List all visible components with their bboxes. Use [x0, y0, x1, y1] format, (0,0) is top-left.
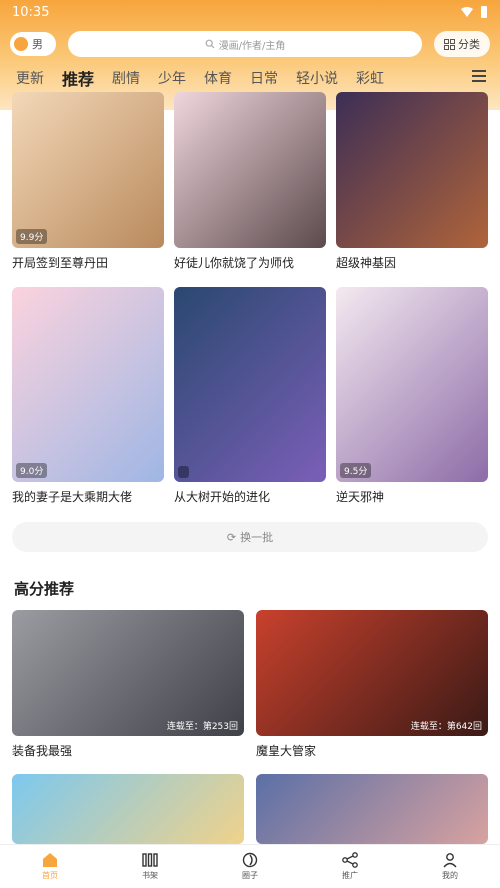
- gender-toggle[interactable]: 男: [10, 32, 56, 56]
- tabbar-label: 圈子: [242, 871, 258, 880]
- comic-card[interactable]: [12, 774, 244, 844]
- toggle-knob: [14, 37, 28, 51]
- comic-title[interactable]: 装备我最强: [12, 742, 244, 759]
- comic-cover[interactable]: 连载至：第642回: [256, 610, 488, 736]
- tab-recommend[interactable]: 推荐: [62, 66, 94, 90]
- tabbar-label: 首页: [42, 871, 58, 880]
- category-button[interactable]: 分类: [434, 31, 490, 57]
- tab-sports[interactable]: 体育: [204, 68, 232, 88]
- comic-grid-row-2: 9.0分 我的妻子是大乘期大佬 从大树开始的进化 9.5分 逆天邪神: [12, 287, 488, 505]
- comic-grid-row-1: 9.9分 开局签到至尊丹田 好徒儿你就饶了为师伐 超级神基因: [12, 92, 488, 271]
- refresh-icon: ⟳: [226, 530, 237, 544]
- refresh-button[interactable]: ⟳ 换一批: [12, 522, 488, 552]
- refresh-label: 换一批: [240, 531, 274, 544]
- comic-cover[interactable]: [256, 774, 488, 844]
- comic-cover[interactable]: 9.9分: [12, 92, 164, 248]
- comic-cover[interactable]: 9.0分: [12, 287, 164, 482]
- bookshelf-icon: [142, 853, 158, 867]
- tab-update[interactable]: 更新: [16, 68, 44, 88]
- comic-title[interactable]: 开局签到至尊丹田: [12, 254, 164, 271]
- wifi-icon: [461, 7, 473, 17]
- comic-card[interactable]: [256, 774, 488, 844]
- score-badge: [178, 466, 189, 478]
- tabbar-bookshelf[interactable]: 书架: [141, 852, 159, 881]
- menu-icon[interactable]: [472, 70, 486, 85]
- category-label: 分类: [458, 38, 480, 51]
- grid-icon: [444, 38, 455, 50]
- score-badge: 9.9分: [16, 229, 48, 244]
- search-row: 男 漫画/作者/主角 分类: [10, 30, 490, 58]
- tabbar-home[interactable]: 首页: [41, 852, 59, 881]
- comic-cover[interactable]: 连载至：第253回: [12, 610, 244, 736]
- comic-title[interactable]: 从大树开始的进化: [174, 488, 326, 505]
- update-badge: 连载至：第253回: [166, 722, 238, 732]
- comic-title[interactable]: 逆天邪神: [336, 488, 488, 505]
- comic-cover[interactable]: [174, 92, 326, 248]
- score-badge: 9.5分: [340, 463, 372, 478]
- home-icon: [43, 853, 57, 867]
- tab-rainbow[interactable]: 彩虹: [356, 68, 384, 88]
- comic-title[interactable]: 好徒儿你就饶了为师伐: [174, 254, 326, 271]
- search-input[interactable]: 漫画/作者/主角: [68, 31, 422, 57]
- comic-card[interactable]: 从大树开始的进化: [174, 287, 326, 505]
- tab-shonen[interactable]: 少年: [158, 68, 186, 88]
- tabbar-label: 推广: [342, 871, 358, 880]
- high-score-row-1: 连载至：第253回 装备我最强 连载至：第642回 魔皇大管家: [12, 610, 488, 759]
- comic-card[interactable]: 9.5分 逆天邪神: [336, 287, 488, 505]
- battery-icon: [481, 6, 487, 18]
- comic-card[interactable]: 好徒儿你就饶了为师伐: [174, 92, 326, 271]
- tabbar-profile[interactable]: 我的: [441, 852, 459, 881]
- status-bar: 10:35: [0, 0, 500, 24]
- comic-card[interactable]: 9.9分 开局签到至尊丹田: [12, 92, 164, 271]
- circle-icon: [242, 852, 258, 868]
- comic-card[interactable]: 9.0分 我的妻子是大乘期大佬: [12, 287, 164, 505]
- high-score-row-2: [12, 774, 488, 844]
- tab-light-novel[interactable]: 轻小说: [296, 68, 338, 88]
- tabbar-community[interactable]: 圈子: [241, 852, 259, 881]
- tabbar-label: 我的: [442, 871, 458, 880]
- update-badge: 连载至：第642回: [410, 722, 482, 732]
- share-icon: [342, 852, 358, 868]
- tab-plot[interactable]: 剧情: [112, 68, 140, 88]
- comic-card[interactable]: 连载至：第642回 魔皇大管家: [256, 610, 488, 759]
- comic-cover[interactable]: [336, 92, 488, 248]
- comic-cover[interactable]: 9.5分: [336, 287, 488, 482]
- search-placeholder: 漫画/作者/主角: [218, 40, 286, 52]
- comic-title[interactable]: 我的妻子是大乘期大佬: [12, 488, 164, 505]
- comic-title[interactable]: 超级神基因: [336, 254, 488, 271]
- comic-cover[interactable]: [174, 287, 326, 482]
- comic-title[interactable]: 魔皇大管家: [256, 742, 488, 759]
- tabbar-label: 书架: [142, 871, 158, 880]
- section-title: 高分推荐: [14, 580, 75, 598]
- tab-daily[interactable]: 日常: [250, 68, 278, 88]
- comic-cover[interactable]: [12, 774, 244, 844]
- gender-label: 男: [32, 38, 43, 51]
- search-icon: [205, 39, 215, 49]
- comic-card[interactable]: 超级神基因: [336, 92, 488, 271]
- tabbar-promote[interactable]: 推广: [341, 852, 359, 881]
- score-badge: 9.0分: [16, 463, 48, 478]
- comic-card[interactable]: 连载至：第253回 装备我最强: [12, 610, 244, 759]
- status-time: 10:35: [12, 4, 50, 20]
- status-icons: [460, 5, 488, 19]
- user-icon: [443, 853, 457, 868]
- category-tabs: 更新 推荐 剧情 少年 体育 日常 轻小说 彩虹: [0, 64, 500, 92]
- bottom-tab-bar: 首页 书架 圈子 推广 我的: [0, 844, 500, 888]
